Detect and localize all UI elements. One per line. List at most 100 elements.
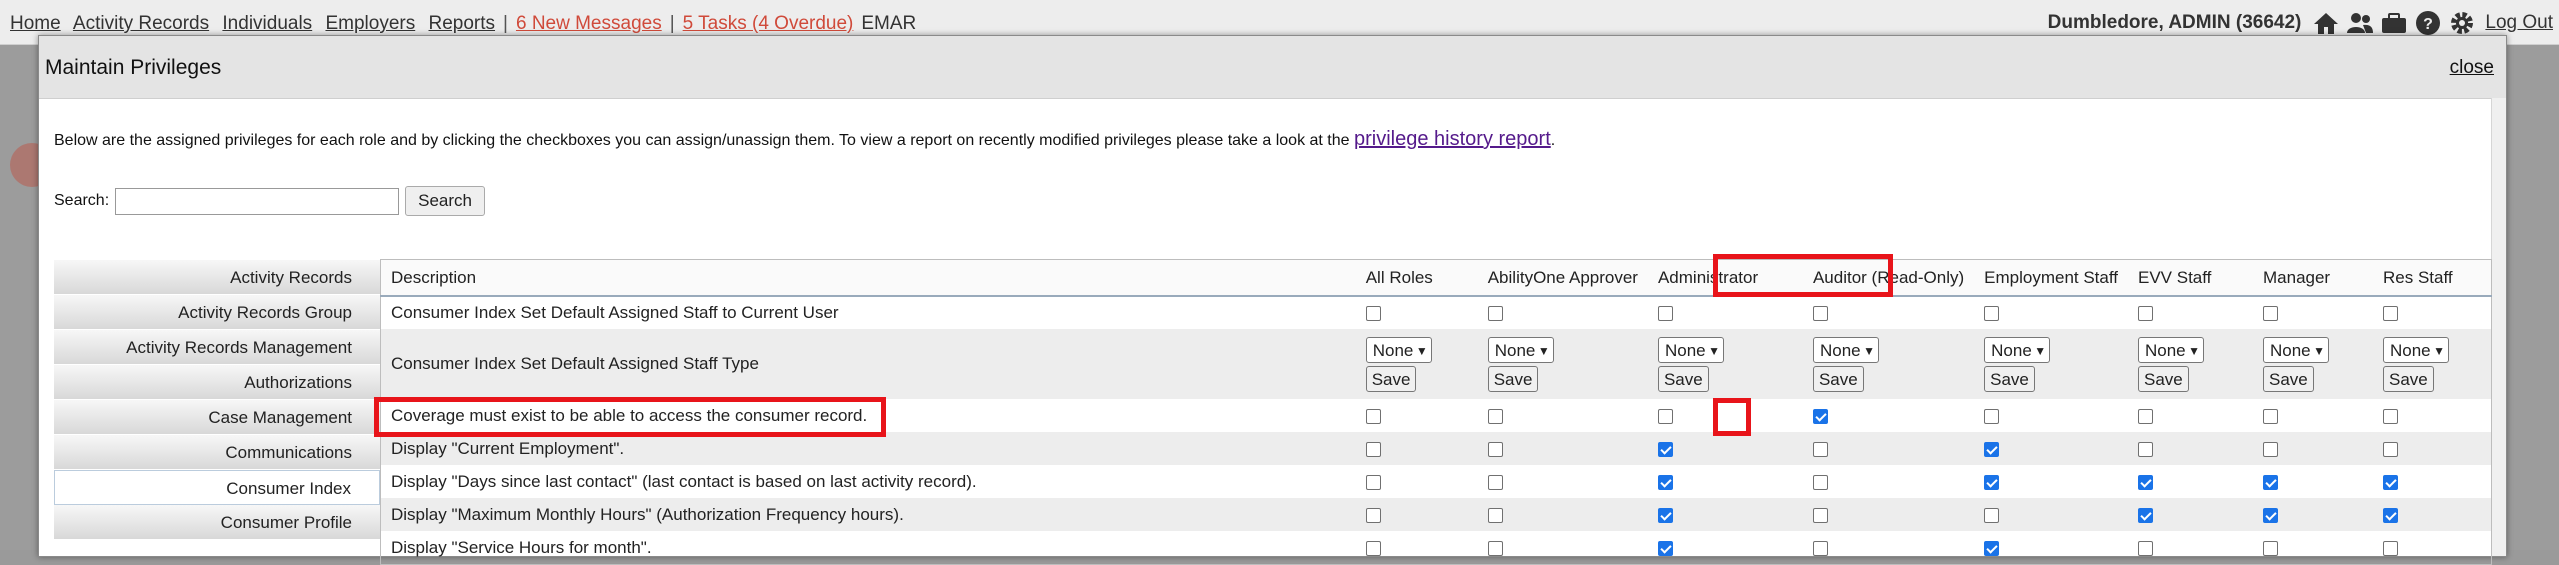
help-icon[interactable]: ? — [2413, 8, 2443, 38]
privilege-checkbox[interactable] — [1487, 441, 1503, 457]
role-item[interactable]: Case Management — [54, 400, 380, 435]
privilege-checkbox[interactable] — [1984, 306, 2000, 322]
save-button[interactable]: Save — [2383, 365, 2434, 392]
role-item[interactable]: Authorizations — [54, 365, 380, 400]
staff-type-select[interactable]: None ▼ — [2138, 336, 2204, 363]
role-item[interactable]: Communications — [54, 435, 380, 470]
emar-link[interactable]: EMAR — [861, 13, 916, 34]
staff-type-select[interactable]: None ▼ — [1487, 336, 1554, 363]
privilege-history-report-link[interactable]: privilege history report — [1354, 128, 1551, 150]
privilege-cell — [2253, 531, 2373, 565]
privilege-checkbox[interactable] — [2138, 306, 2153, 322]
privilege-checkbox[interactable] — [2138, 441, 2153, 457]
privilege-checkbox[interactable] — [2263, 540, 2278, 556]
privilege-checkbox[interactable] — [1487, 474, 1503, 490]
privilege-checkbox[interactable] — [2138, 507, 2153, 523]
staff-type-select[interactable]: None ▼ — [1657, 336, 1724, 363]
privilege-checkbox[interactable] — [1657, 408, 1673, 424]
staff-type-select[interactable]: None ▼ — [2263, 336, 2329, 363]
privilege-checkbox[interactable] — [1984, 408, 2000, 424]
privilege-checkbox[interactable] — [2263, 408, 2278, 424]
privilege-checkbox[interactable] — [1365, 507, 1381, 523]
privilege-checkbox[interactable] — [1487, 540, 1503, 556]
privilege-checkbox[interactable] — [2263, 441, 2278, 457]
privilege-checkbox[interactable] — [2383, 441, 2398, 457]
privilege-checkbox[interactable] — [1365, 441, 1381, 457]
role-item[interactable]: Activity Records Management — [54, 330, 380, 365]
staff-type-select[interactable]: None ▼ — [1812, 336, 1879, 363]
save-button[interactable]: Save — [1657, 365, 1709, 392]
privilege-checkbox[interactable] — [2263, 474, 2278, 490]
privilege-checkbox[interactable] — [1365, 474, 1381, 490]
users-icon[interactable] — [2345, 8, 2375, 38]
nav-separator: | — [503, 13, 508, 34]
close-link[interactable]: close — [2450, 57, 2494, 79]
gear-icon[interactable] — [2447, 8, 2477, 38]
privilege-checkbox[interactable] — [2138, 474, 2153, 490]
privilege-checkbox[interactable] — [1365, 408, 1381, 424]
privilege-checkbox[interactable] — [2263, 306, 2278, 322]
privilege-cell — [2128, 432, 2253, 465]
privilege-checkbox[interactable] — [1657, 441, 1673, 457]
privilege-checkbox[interactable] — [2383, 474, 2398, 490]
privilege-checkbox[interactable] — [2138, 540, 2153, 556]
privilege-checkbox[interactable] — [1812, 507, 1828, 523]
privilege-checkbox[interactable] — [2383, 408, 2398, 424]
privilege-checkbox[interactable] — [2383, 306, 2398, 322]
privilege-cell — [1803, 399, 1974, 432]
privilege-checkbox[interactable] — [1657, 540, 1673, 556]
privilege-checkbox[interactable] — [1984, 507, 2000, 523]
privilege-checkbox[interactable] — [1812, 441, 1828, 457]
save-button[interactable]: Save — [2138, 365, 2189, 392]
briefcase-icon[interactable] — [2379, 8, 2409, 38]
privilege-checkbox[interactable] — [1657, 474, 1673, 490]
save-button[interactable]: Save — [1984, 365, 2035, 392]
privilege-checkbox[interactable] — [1487, 507, 1503, 523]
privilege-checkbox[interactable] — [1984, 441, 2000, 457]
search-input[interactable] — [115, 187, 400, 215]
messages-link[interactable]: 6 New Messages — [516, 13, 662, 34]
role-item[interactable]: Consumer Profile — [54, 505, 380, 540]
privilege-checkbox[interactable] — [1365, 540, 1381, 556]
privilege-checkbox[interactable] — [1657, 507, 1673, 523]
privilege-cell — [1356, 465, 1478, 498]
role-item[interactable]: Activity Records — [54, 260, 380, 295]
home-icon[interactable] — [2311, 8, 2341, 38]
nav-individuals[interactable]: Individuals — [222, 13, 312, 34]
role-item[interactable]: Consumer Index — [54, 470, 380, 505]
search-button[interactable]: Search — [405, 186, 486, 216]
nav-activity-records[interactable]: Activity Records — [73, 13, 209, 34]
privilege-checkbox[interactable] — [2383, 507, 2398, 523]
dialog-scrollbar[interactable] — [2491, 98, 2506, 556]
save-button[interactable]: Save — [1487, 365, 1539, 392]
save-button[interactable]: Save — [2263, 365, 2314, 392]
save-button[interactable]: Save — [1365, 365, 1417, 392]
nav-home[interactable]: Home — [10, 13, 61, 34]
privilege-checkbox[interactable] — [1812, 408, 1828, 424]
privilege-checkbox[interactable] — [1984, 474, 2000, 490]
privilege-checkbox[interactable] — [1487, 306, 1503, 322]
staff-type-select[interactable]: None ▼ — [1984, 336, 2051, 363]
privilege-checkbox[interactable] — [1812, 540, 1828, 556]
privilege-checkbox[interactable] — [1487, 408, 1503, 424]
tasks-link[interactable]: 5 Tasks (4 Overdue) — [683, 13, 854, 34]
privilege-checkbox[interactable] — [1812, 474, 1828, 490]
role-item[interactable]: Activity Records Group — [54, 295, 380, 330]
privilege-checkbox[interactable] — [1984, 540, 2000, 556]
nav-employers[interactable]: Employers — [325, 13, 415, 34]
save-button[interactable]: Save — [1812, 365, 1864, 392]
logout-link[interactable]: Log Out — [2485, 12, 2553, 34]
privilege-checkbox[interactable] — [2383, 540, 2398, 556]
privilege-checkbox[interactable] — [1365, 306, 1381, 322]
table-row: Display "Days since last contact" (last … — [381, 465, 2492, 498]
staff-type-select[interactable]: None ▼ — [2383, 336, 2449, 363]
staff-type-select[interactable]: None ▼ — [1365, 336, 1432, 363]
privilege-checkbox[interactable] — [1812, 306, 1828, 322]
privilege-checkbox[interactable] — [2263, 507, 2278, 523]
privilege-checkbox[interactable] — [1657, 306, 1673, 322]
privilege-cell — [2253, 399, 2373, 432]
privilege-cell — [1974, 465, 2128, 498]
privilege-checkbox[interactable] — [2138, 408, 2153, 424]
nav-reports[interactable]: Reports — [429, 13, 496, 34]
select-value: None — [2145, 340, 2186, 360]
